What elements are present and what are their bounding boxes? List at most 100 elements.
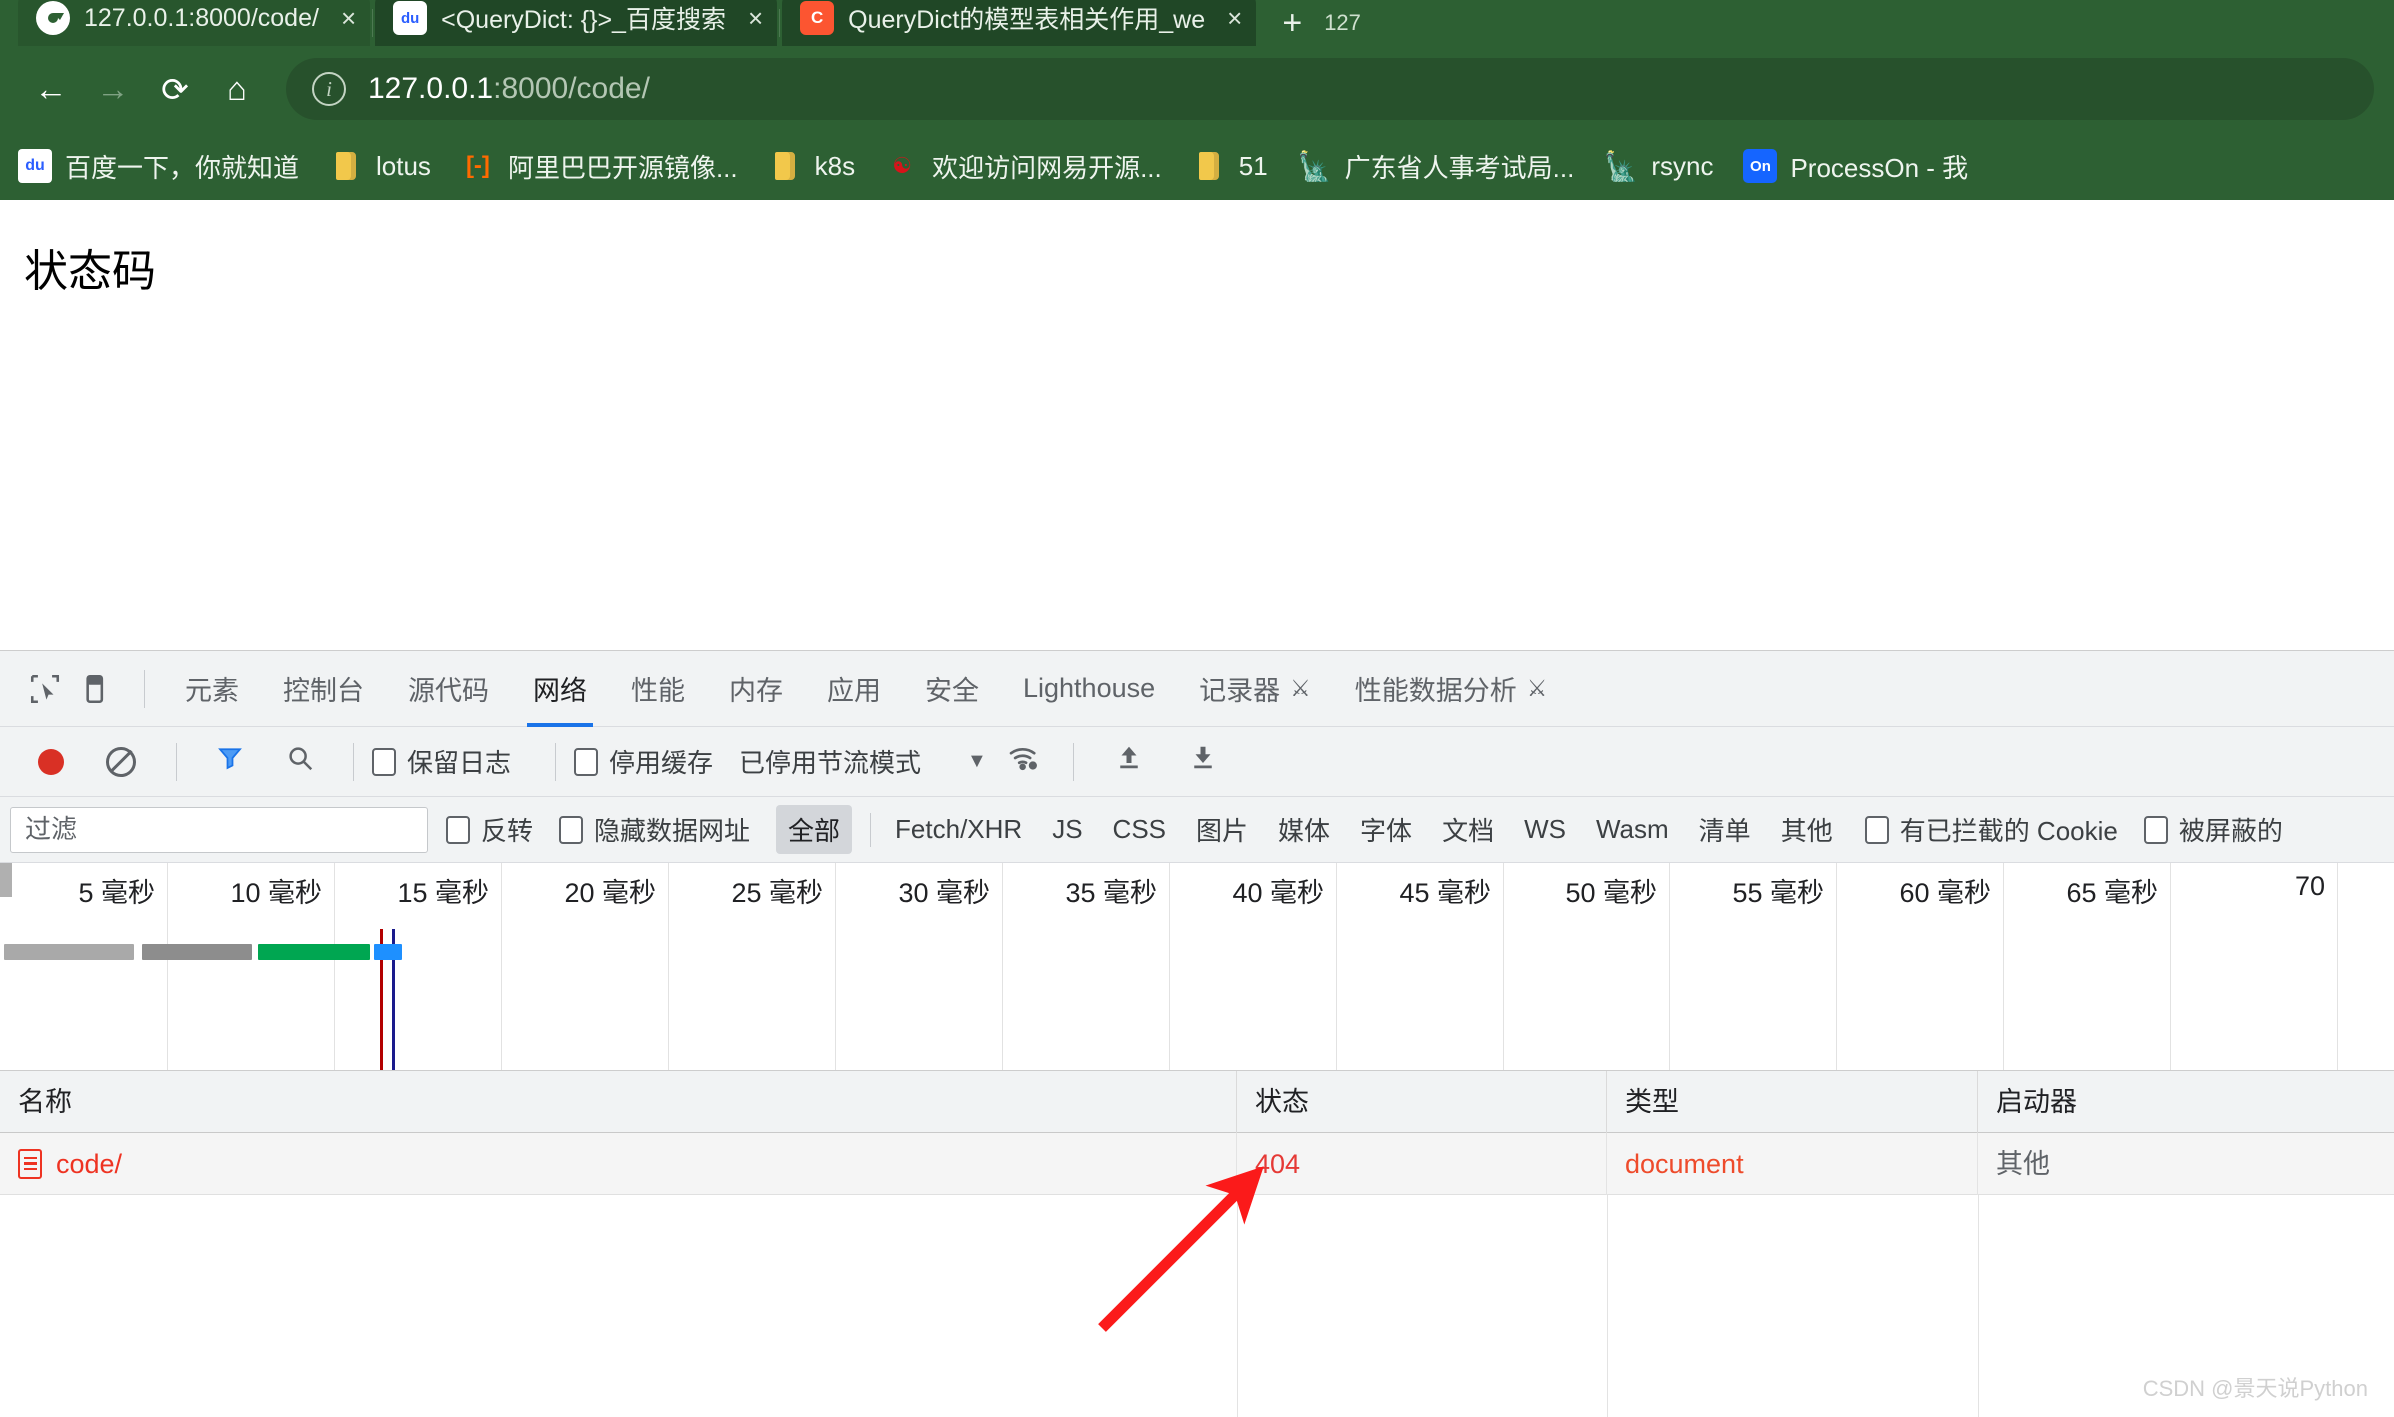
devtools-tab-security[interactable]: 安全	[903, 651, 1001, 727]
column-divider[interactable]	[1237, 1195, 1238, 1417]
table-row[interactable]: code/ 404 document 其他	[0, 1132, 2394, 1195]
bookmark-item-4[interactable]: ☯ 欢迎访问网易开源...	[885, 148, 1162, 185]
filter-type-js[interactable]: JS	[1040, 808, 1094, 851]
devtools-tab-performance[interactable]: 性能	[609, 651, 707, 727]
browser-toolbar: ← → ⟳ ⌂ i 127.0.0.1:8000/code/	[0, 46, 2394, 132]
bookmark-item-5[interactable]: 51	[1192, 149, 1268, 183]
devtools-tab-recorder-label: 记录器	[1199, 676, 1281, 706]
chevron-down-icon[interactable]: ▼	[967, 750, 987, 773]
devtools-tab-performance-insights-label: 性能数据分析	[1354, 676, 1517, 706]
preserve-log-label: 保留日志	[407, 748, 512, 778]
bookmark-item-2[interactable]: [-] 阿里巴巴开源镜像...	[461, 148, 738, 185]
bookmark-item-6[interactable]: 🗽 广东省人事考试局...	[1297, 148, 1574, 185]
tab-close-icon[interactable]: ×	[341, 5, 356, 31]
devtools-tab-network[interactable]: 网络	[511, 651, 609, 727]
preserve-log-checkbox[interactable]: 保留日志	[372, 743, 511, 780]
filter-type-all[interactable]: 全部	[776, 805, 853, 854]
disable-cache-checkbox[interactable]: 停用缓存	[574, 743, 713, 780]
request-name-label: code/	[56, 1148, 123, 1179]
bookmark-item-3[interactable]: k8s	[768, 149, 855, 183]
browser-tab-0[interactable]: 127.0.0.1:8000/code/ ×	[18, 0, 371, 46]
forward-button[interactable]: →	[82, 58, 144, 120]
inspect-element-icon[interactable]	[18, 662, 72, 716]
tab-divider	[779, 9, 781, 37]
network-overview-timeline[interactable]: 5 毫秒 10 毫秒 15 毫秒 20 毫秒 25 毫秒 30 毫秒 35 毫秒 40 毫秒 4…	[0, 863, 2394, 1071]
browser-tab-2[interactable]: C QueryDict的模型表相关作用_we ×	[782, 0, 1257, 46]
hide-data-urls-checkbox[interactable]: 隐藏数据网址	[559, 811, 750, 848]
filter-type-fetch-xhr[interactable]: Fetch/XHR	[883, 808, 1034, 851]
network-filter-bar: 反转 隐藏数据网址 全部 Fetch/XHR JS CSS 图片 媒体 字体 文…	[0, 797, 2394, 863]
bookmark-item-7[interactable]: 🗽 rsync	[1604, 149, 1714, 183]
request-initiator-cell: 其他	[1996, 1148, 2050, 1179]
timeline-scrollbar[interactable]	[0, 863, 12, 897]
tab-overflow-label: 127	[1324, 10, 1361, 35]
import-har-icon[interactable]	[1114, 743, 1144, 781]
bookmark-label: 欢迎访问网易开源...	[932, 152, 1162, 183]
timeline-tick-label: 70	[2294, 871, 2325, 901]
device-toolbar-icon[interactable]	[72, 662, 126, 716]
clear-button[interactable]	[106, 746, 136, 777]
timeline-tick-label: 35 毫秒	[1065, 878, 1157, 908]
devtools-tab-memory[interactable]: 内存	[707, 651, 805, 727]
filter-type-doc[interactable]: 文档	[1430, 805, 1506, 854]
browser-tab-1[interactable]: du <QueryDict: {}>_百度搜索 ×	[375, 0, 778, 46]
checkbox-box	[559, 815, 584, 844]
devtools-tab-elements[interactable]: 元素	[163, 651, 261, 727]
filter-type-font[interactable]: 字体	[1348, 805, 1424, 854]
back-button[interactable]: ←	[20, 58, 82, 120]
network-conditions-icon[interactable]	[1007, 743, 1041, 781]
blocked-cookies-checkbox[interactable]: 有已拦截的 Cookie	[1864, 811, 2118, 848]
tab-close-icon[interactable]: ×	[748, 5, 763, 31]
devtools-tab-console[interactable]: 控制台	[261, 651, 386, 727]
devtools-tab-lighthouse[interactable]: Lighthouse	[1001, 651, 1177, 727]
throttling-select[interactable]: 已停用节流模式	[739, 743, 921, 780]
filter-type-media[interactable]: 媒体	[1266, 805, 1342, 854]
filter-type-ws[interactable]: WS	[1512, 808, 1578, 851]
export-har-icon[interactable]	[1188, 743, 1218, 781]
timeline-tick-label: 50 毫秒	[1565, 878, 1657, 908]
page-viewport: 状态码	[0, 200, 2394, 650]
info-icon[interactable]: i	[312, 72, 346, 106]
filter-type-css[interactable]: CSS	[1101, 808, 1178, 851]
blocked-requests-checkbox[interactable]: 被屏蔽的	[2143, 811, 2283, 848]
column-header-initiator[interactable]: 启动器	[1978, 1071, 2394, 1133]
column-divider[interactable]	[1607, 1195, 1608, 1417]
column-header-type[interactable]: 类型	[1607, 1070, 1978, 1133]
requests-table-body	[0, 1195, 2394, 1417]
column-divider[interactable]	[1978, 1195, 1979, 1417]
filter-type-wasm[interactable]: Wasm	[1584, 808, 1681, 851]
record-button[interactable]	[38, 748, 64, 775]
devtools-tab-application[interactable]: 应用	[805, 651, 903, 727]
page-title: 状态码	[24, 246, 156, 297]
devtools-tab-performance-insights[interactable]: 性能数据分析 ⚔	[1333, 651, 1570, 727]
devtools-tab-recorder[interactable]: 记录器 ⚔	[1177, 651, 1333, 727]
devtools-panel: 元素 控制台 源代码 网络 性能 内存 应用 安全 Lighthouse 记录器…	[0, 650, 2394, 1417]
tab-close-icon[interactable]: ×	[1227, 5, 1242, 31]
filter-type-other[interactable]: 其他	[1769, 805, 1845, 854]
invert-label: 反转	[481, 816, 534, 846]
home-button[interactable]: ⌂	[206, 58, 268, 120]
new-tab-button[interactable]: +	[1282, 6, 1302, 40]
filter-type-manifest[interactable]: 清单	[1687, 805, 1763, 854]
timeline-tick-label: 60 毫秒	[1899, 878, 1991, 908]
column-header-name[interactable]: 名称	[0, 1070, 1237, 1133]
bookmark-label: lotus	[376, 150, 431, 181]
filter-icon[interactable]	[215, 743, 245, 781]
request-name-cell[interactable]: code/	[0, 1132, 1237, 1195]
invert-checkbox[interactable]: 反转	[446, 811, 533, 848]
address-bar-text: 127.0.0.1:8000/code/	[368, 72, 650, 106]
filter-input[interactable]	[10, 806, 428, 853]
bookmark-item-8[interactable]: On ProcessOn - 我	[1743, 148, 1968, 185]
disable-cache-label: 停用缓存	[609, 748, 714, 778]
filter-type-img[interactable]: 图片	[1184, 805, 1260, 854]
address-bar[interactable]: i 127.0.0.1:8000/code/	[286, 58, 2374, 120]
devtools-tab-sources[interactable]: 源代码	[386, 651, 511, 727]
reload-button[interactable]: ⟳	[144, 58, 206, 120]
bookmark-item-0[interactable]: du 百度一下，你就知道	[18, 148, 299, 185]
waterfall-segment-stalled	[142, 944, 252, 960]
bookmark-item-1[interactable]: lotus	[329, 149, 431, 183]
timeline-gridline	[334, 863, 335, 1070]
search-icon[interactable]	[285, 743, 315, 781]
column-header-status[interactable]: 状态	[1237, 1070, 1607, 1133]
timeline-gridline	[1169, 863, 1170, 1070]
